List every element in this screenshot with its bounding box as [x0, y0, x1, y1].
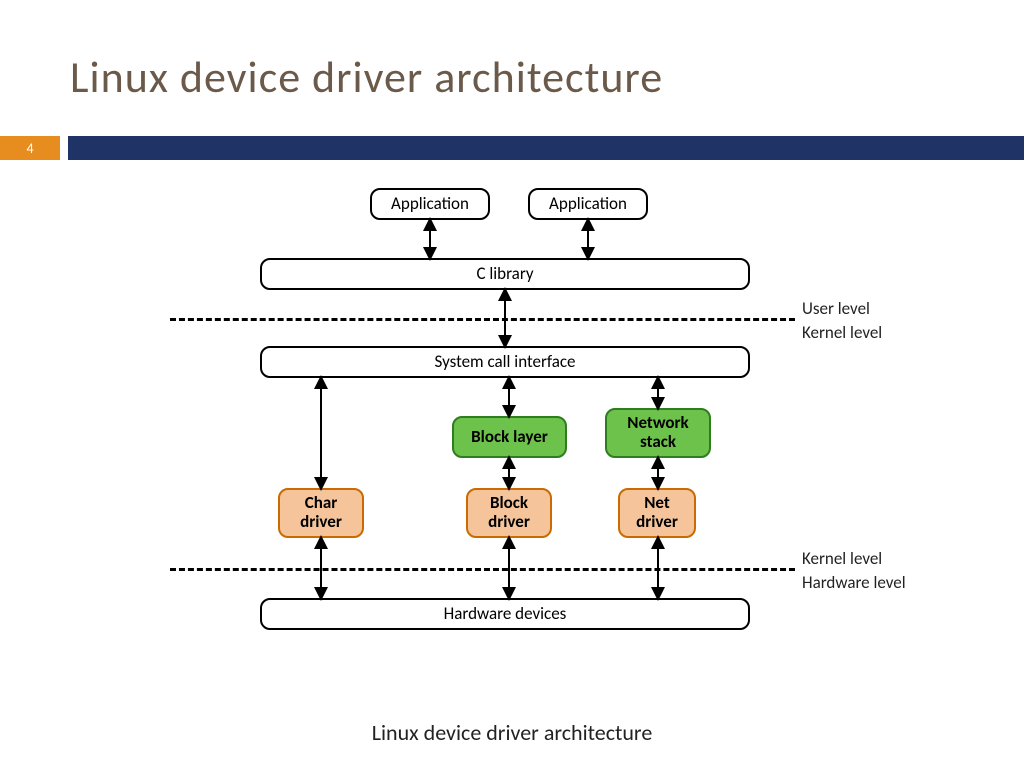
arrows-layer	[170, 180, 930, 700]
header-bar: 4	[0, 136, 1024, 160]
architecture-diagram: Application Application C library User l…	[170, 180, 930, 700]
slide-caption: Linux device driver architecture	[0, 719, 1024, 746]
slide-title: Linux device driver architecture	[70, 50, 663, 104]
blue-bar	[68, 136, 1024, 160]
page-number: 4	[0, 136, 60, 160]
